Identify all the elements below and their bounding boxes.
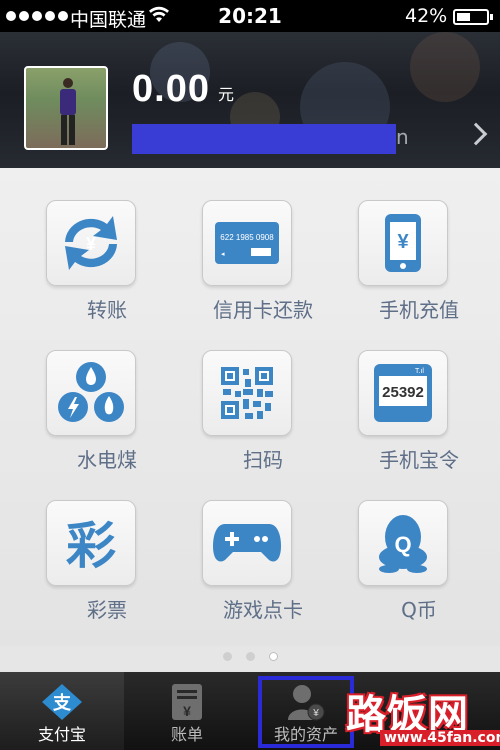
balance-unit: 元 bbox=[217, 85, 234, 104]
svg-text:彩: 彩 bbox=[66, 517, 116, 573]
watermark-url: www.45fan.com bbox=[380, 730, 500, 746]
service-lottery[interactable]: 彩 彩票 bbox=[14, 468, 174, 622]
service-qr-scan[interactable]: 扫码 bbox=[170, 318, 330, 472]
balance-amount: 0.00 bbox=[132, 68, 210, 110]
token-code: 25392 bbox=[382, 384, 424, 401]
transfer-icon: ¥ bbox=[46, 200, 136, 286]
service-game-card[interactable]: 游戏点卡 bbox=[170, 468, 330, 622]
bill-icon: ¥ bbox=[172, 684, 202, 720]
svg-text:¥: ¥ bbox=[183, 703, 191, 719]
lottery-icon: 彩 bbox=[46, 500, 136, 586]
alipay-icon: 支 bbox=[42, 684, 82, 720]
account-header[interactable]: 0.00 元 n bbox=[0, 32, 500, 168]
service-credit-card[interactable]: 622 1985 0908 ◂ 信用卡还款 bbox=[170, 168, 330, 322]
service-label: Q币 bbox=[401, 598, 437, 622]
avatar[interactable] bbox=[24, 66, 108, 150]
svg-text:Q: Q bbox=[394, 532, 411, 557]
svg-text:T.ıl: T.ıl bbox=[415, 368, 424, 375]
svg-text:支: 支 bbox=[52, 692, 72, 714]
service-phone-token[interactable]: T.ıl 25392 手机宝令 bbox=[326, 318, 486, 472]
account-redaction-bar bbox=[132, 124, 396, 154]
tab-alipay[interactable]: 支 支付宝 bbox=[0, 672, 124, 750]
svg-text:¥: ¥ bbox=[86, 234, 96, 254]
page-dot[interactable] bbox=[222, 652, 232, 661]
page-dot[interactable] bbox=[245, 652, 255, 661]
phone-recharge-icon: ¥ bbox=[358, 200, 448, 286]
services-grid: ¥ 转账 622 1985 0908 ◂ 信用卡还款 ¥ 手机充值 水电煤 扫码… bbox=[0, 168, 500, 646]
tab-label: 账单 bbox=[170, 725, 203, 744]
battery-icon bbox=[453, 9, 493, 25]
service-qq-coin[interactable]: Q Q币 bbox=[326, 468, 486, 622]
utilities-icon bbox=[46, 350, 136, 436]
qq-coin-icon: Q bbox=[358, 500, 448, 586]
card-number: 622 1985 0908 bbox=[220, 233, 274, 242]
svg-text:¥: ¥ bbox=[397, 231, 409, 253]
page-indicator[interactable] bbox=[0, 652, 500, 661]
status-bar: 中国联通 20:21 42% bbox=[0, 0, 500, 32]
tab-bill[interactable]: ¥ 账单 bbox=[124, 672, 250, 750]
chevron-right-icon[interactable] bbox=[464, 122, 488, 146]
service-transfer[interactable]: ¥ 转账 bbox=[14, 168, 174, 322]
qr-code-icon bbox=[202, 350, 292, 436]
user-photo bbox=[60, 78, 76, 145]
balance: 0.00 元 bbox=[132, 68, 234, 111]
phone-token-icon: T.ıl 25392 bbox=[358, 350, 448, 436]
svg-text:◂: ◂ bbox=[221, 251, 225, 258]
watermark: 路饭网 www.45fan.com bbox=[340, 680, 500, 750]
service-utilities[interactable]: 水电煤 bbox=[14, 318, 174, 472]
credit-card-icon: 622 1985 0908 ◂ bbox=[202, 200, 292, 286]
page-dot-active[interactable] bbox=[268, 652, 278, 661]
service-phone-recharge[interactable]: ¥ 手机充值 bbox=[326, 168, 486, 322]
account-name-tail: n bbox=[396, 125, 409, 149]
gamepad-icon bbox=[202, 500, 292, 586]
battery-percentage: 42% bbox=[405, 5, 448, 27]
tab-label: 支付宝 bbox=[37, 725, 86, 744]
